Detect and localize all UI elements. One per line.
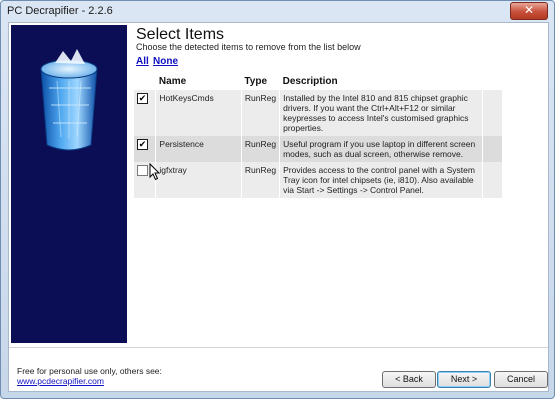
item-type: RunReg [241, 90, 281, 136]
item-description: Provides access to the control panel wit… [279, 162, 484, 198]
select-none-link[interactable]: None [153, 56, 178, 67]
title-bar: PC Decrapifier - 2.2.6 ✕ [1, 1, 554, 22]
item-type: RunReg [241, 136, 281, 162]
type-column-header: Type [244, 75, 268, 87]
item-checkbox[interactable]: ✔ [137, 93, 148, 104]
item-name: Persistence [155, 136, 242, 162]
window-title: PC Decrapifier - 2.2.6 [7, 5, 113, 17]
footer-note: Free for personal use only, others see: [17, 366, 162, 376]
row-filler [482, 90, 503, 136]
page-subtitle: Choose the detected items to remove from… [136, 42, 361, 52]
name-column-header: Name [158, 75, 187, 87]
trailing-column-header [483, 72, 503, 90]
cancel-button[interactable]: Cancel [494, 371, 548, 388]
footer-divider [9, 347, 548, 348]
item-checkbox[interactable] [137, 165, 148, 176]
table-row: igfxtray RunReg Provides access to the c… [134, 162, 503, 198]
wizard-content: Select Items Choose the detected items t… [8, 22, 549, 392]
app-window: PC Decrapifier - 2.2.6 ✕ Select Items Ch… [0, 0, 555, 399]
row-filler [482, 162, 503, 198]
select-all-link[interactable]: All [136, 56, 149, 67]
row-filler [482, 136, 503, 162]
mouse-pointer-icon [149, 163, 161, 181]
item-description: Useful program if you use laptop in diff… [279, 136, 484, 162]
checkbox-cell: ✔ [134, 136, 157, 162]
table-row: ✔ Persistence RunReg Useful program if y… [134, 136, 503, 162]
back-button[interactable]: < Back [382, 371, 436, 388]
item-description: Installed by the Intel 810 and 815 chips… [279, 90, 484, 136]
item-name: HotKeysCmds [155, 90, 242, 136]
close-button[interactable]: ✕ [510, 2, 548, 20]
item-type: RunReg [241, 162, 281, 198]
next-button[interactable]: Next > [437, 371, 491, 388]
checkbox-column-header [134, 72, 156, 90]
table-row: ✔ HotKeysCmds RunReg Installed by the In… [134, 90, 503, 136]
recycle-bin-icon [40, 49, 98, 151]
description-column-header: Description [282, 75, 338, 87]
item-name: igfxtray [155, 162, 242, 198]
website-link[interactable]: www.pcdecrapifier.com [17, 376, 104, 386]
item-checkbox[interactable]: ✔ [137, 139, 148, 150]
items-table: Name Type Description ✔ HotKeysCmds RunR… [134, 72, 503, 198]
checkbox-cell: ✔ [134, 90, 157, 136]
side-panel [11, 25, 127, 343]
